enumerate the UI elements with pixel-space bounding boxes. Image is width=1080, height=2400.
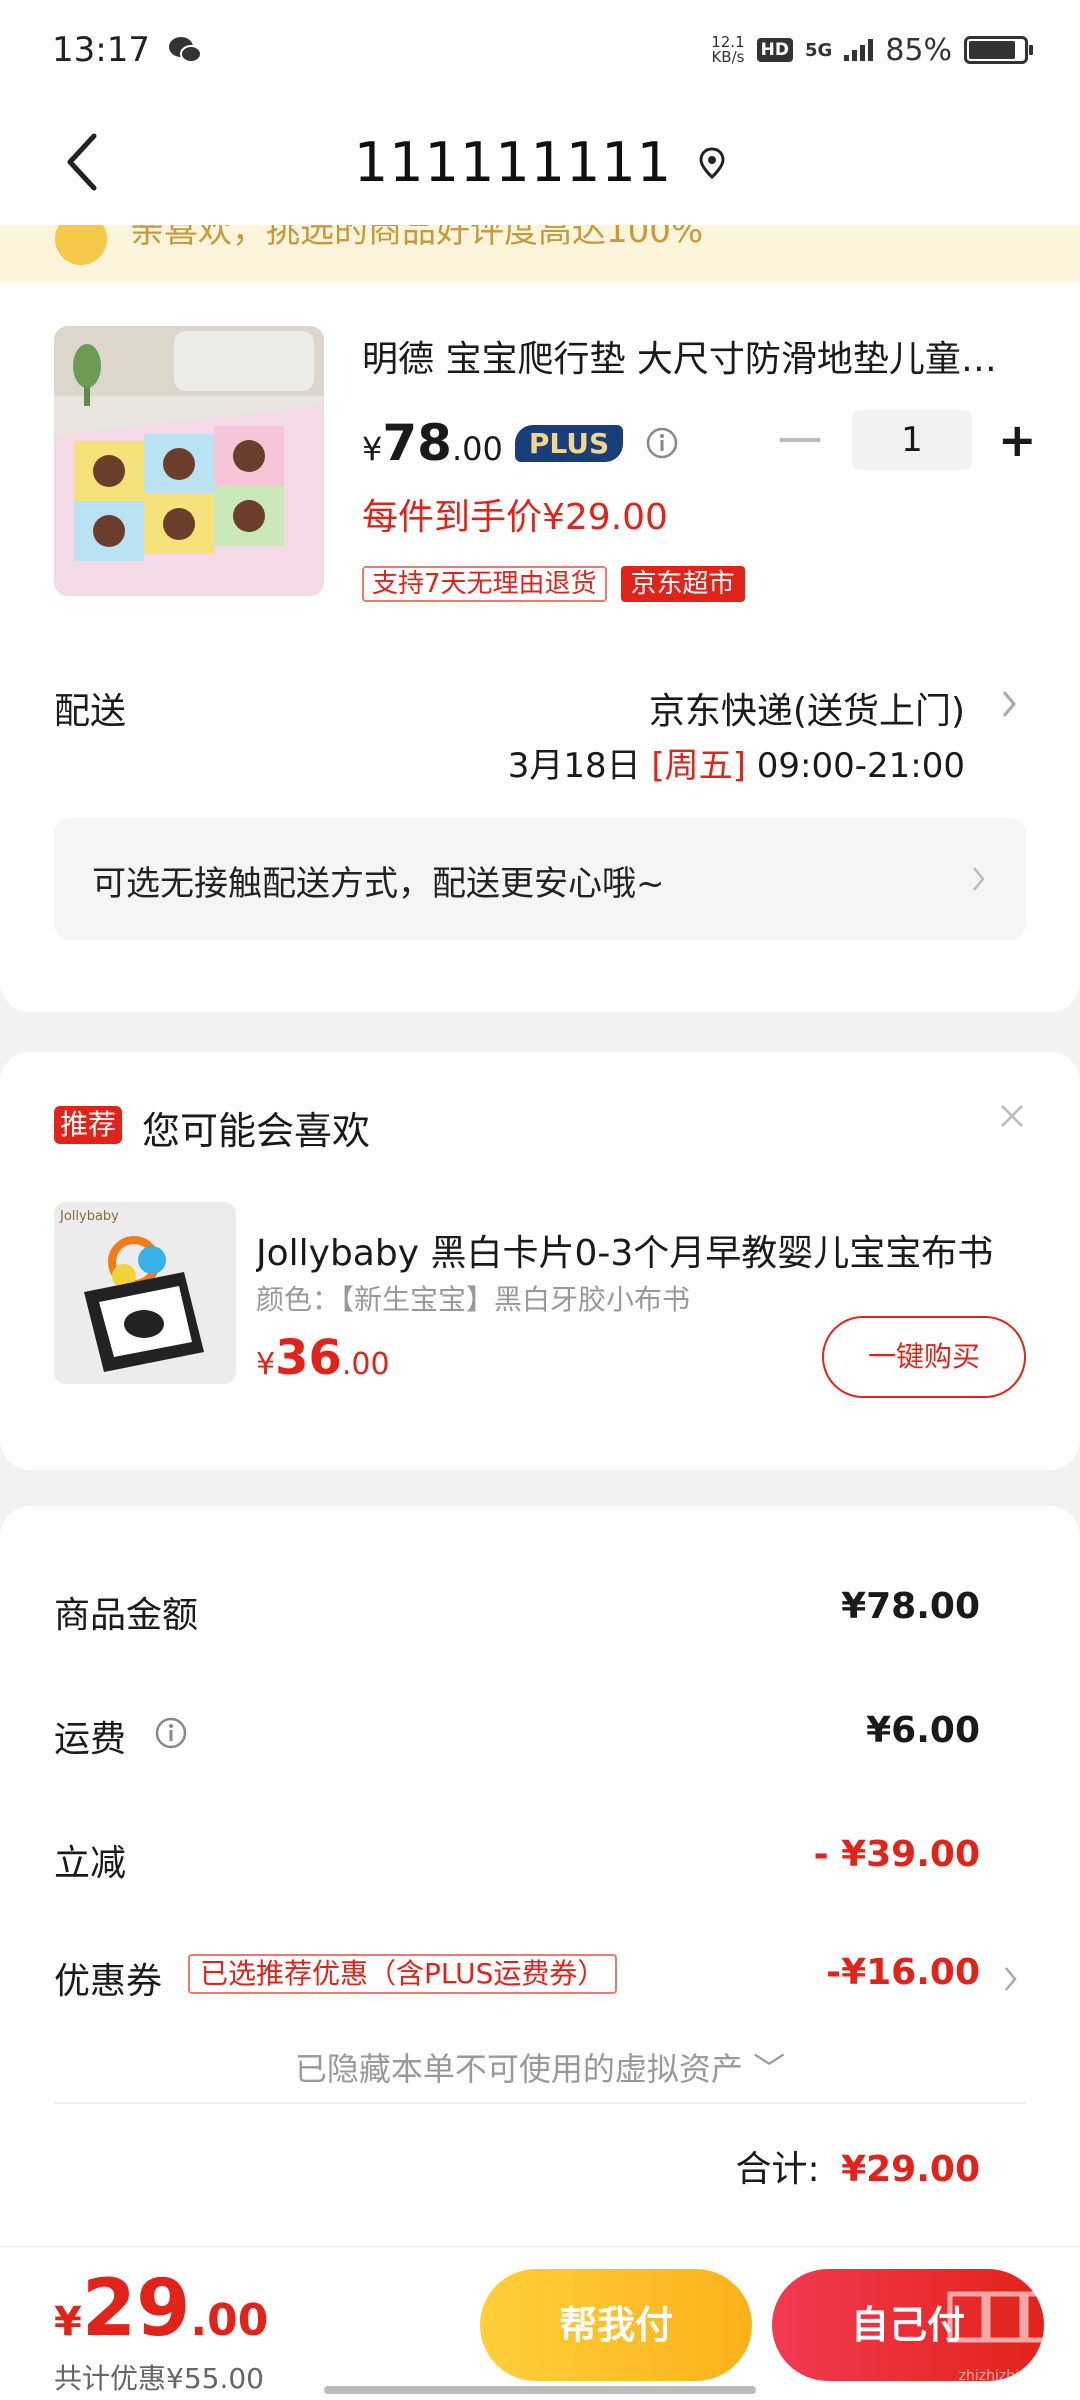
wechat-icon bbox=[168, 37, 202, 63]
quantity-input[interactable]: 1 bbox=[852, 410, 972, 470]
smile-icon bbox=[55, 225, 107, 265]
freight-value: ¥6.00 bbox=[866, 1710, 980, 1751]
location-pin-icon[interactable] bbox=[698, 146, 726, 179]
shipping-label: 配送 bbox=[54, 691, 127, 732]
page-title[interactable]: 111111111 bbox=[354, 131, 672, 194]
notice-text: 亲喜欢，挑选的商品好评度高达100% bbox=[130, 225, 704, 251]
product-price: ¥ 78 .00 PLUS bbox=[362, 414, 679, 472]
product-tags: 支持7天无理由退货 京东超市 bbox=[362, 566, 745, 602]
supermarket-tag: 京东超市 bbox=[620, 566, 745, 602]
back-icon[interactable] bbox=[56, 130, 116, 194]
recommend-card: 推荐 您可能会喜欢 Jollybaby Jollybaby 黑白卡片0-3个月早… bbox=[0, 1052, 1080, 1470]
recommend-heading: 您可能会喜欢 bbox=[142, 1109, 371, 1153]
info-icon[interactable] bbox=[154, 1716, 188, 1750]
nav-bar: 111111111 bbox=[0, 100, 1080, 225]
goods-amount-label: 商品金额 bbox=[54, 1595, 199, 1636]
hidden-assets-toggle[interactable]: 已隐藏本单不可使用的虚拟资产 ﹀ bbox=[0, 2044, 1080, 2090]
watermark-logo: zhizhizhi.com bbox=[947, 2291, 1063, 2384]
total-savings: 共计优惠¥55.00 bbox=[54, 2362, 264, 2395]
goods-amount-value: ¥78.00 bbox=[841, 1586, 980, 1627]
recommend-item-title[interactable]: Jollybaby 黑白卡片0-3个月早教婴儿宝宝布书 bbox=[256, 1224, 1026, 1276]
order-card: 明德 宝宝爬行垫 大尺寸防滑地垫儿童客厅家用泡沫拼接 ¥ 78 .00 PLUS… bbox=[0, 282, 1080, 1012]
home-indicator[interactable] bbox=[324, 2386, 756, 2394]
one-click-buy-button[interactable]: 一键购买 bbox=[822, 1316, 1026, 1398]
coupon-value: -¥16.00 bbox=[826, 1952, 980, 1993]
network-speed: 12.1 KB/s bbox=[711, 33, 745, 66]
notice-banner: 亲喜欢，挑选的商品好评度高达100% bbox=[0, 225, 1080, 282]
discount-label: 立减 bbox=[54, 1843, 127, 1884]
svg-text:zhizhizhi.com: zhizhizhi.com bbox=[959, 2368, 1054, 2384]
status-time: 13:17 bbox=[52, 30, 150, 70]
shipping-method[interactable]: 京东快递(送货上门) bbox=[649, 682, 965, 734]
recommend-item-image[interactable]: Jollybaby bbox=[54, 1202, 236, 1384]
total-label: 合计: bbox=[735, 2149, 820, 2190]
info-icon[interactable] bbox=[645, 426, 679, 460]
contactless-delivery-option[interactable]: 可选无接触配送方式，配送更安心哦~ bbox=[54, 818, 1026, 940]
total-value: ¥29.00 bbox=[841, 2149, 980, 2190]
status-bar: 13:17 12.1 KB/s HD 5G 85% bbox=[0, 0, 1080, 100]
final-price: 每件到手价¥29.00 bbox=[362, 497, 668, 538]
coupon-label: 优惠券 bbox=[54, 1961, 163, 2002]
hd-icon: HD bbox=[756, 38, 793, 62]
decrease-button[interactable] bbox=[780, 438, 820, 442]
battery-percent: 85% bbox=[885, 32, 952, 68]
battery-fill bbox=[969, 41, 1015, 59]
plus-badge: PLUS bbox=[514, 424, 624, 462]
freight-label: 运费 bbox=[54, 1719, 127, 1760]
coupon-tag: 已选推荐优惠（含PLUS运费券） bbox=[188, 1954, 618, 1994]
pay-amount: ¥ 29 .00 bbox=[54, 2264, 269, 2354]
contactless-text: 可选无接触配送方式，配送更安心哦~ bbox=[92, 864, 665, 904]
network-type: 5G bbox=[805, 39, 833, 61]
signal-icon bbox=[844, 39, 874, 61]
discount-value: - ¥39.00 bbox=[813, 1834, 980, 1875]
product-image[interactable] bbox=[54, 326, 324, 596]
chevron-right-icon[interactable] bbox=[998, 684, 1020, 724]
return-policy-tag: 支持7天无理由退货 bbox=[362, 566, 607, 602]
battery-icon bbox=[964, 36, 1033, 64]
recommend-badge: 推荐 bbox=[54, 1106, 123, 1144]
product-title[interactable]: 明德 宝宝爬行垫 大尺寸防滑地垫儿童客厅家用泡沫拼接 bbox=[362, 330, 1022, 382]
svg-text:Jollybaby: Jollybaby bbox=[59, 1209, 119, 1224]
recommend-item-spec: 颜色：【新生宝宝】黑白牙胶小布书 bbox=[256, 1283, 691, 1316]
chevron-right-icon[interactable] bbox=[1002, 1962, 1020, 1996]
chevron-right-icon bbox=[973, 867, 985, 891]
help-me-pay-button[interactable]: 帮我付 bbox=[480, 2269, 752, 2381]
recommend-item-price: ¥ 36 .00 bbox=[256, 1330, 390, 1386]
increase-button[interactable]: + bbox=[998, 417, 1037, 463]
checkout-bar: ¥ 29 .00 共计优惠¥55.00 帮我付 自己付 bbox=[0, 2246, 1080, 2400]
status-indicators: 12.1 KB/s HD 5G 85% bbox=[711, 32, 1033, 68]
close-icon[interactable] bbox=[998, 1102, 1026, 1130]
divider bbox=[54, 2102, 1026, 2104]
quantity-stepper: 1 + bbox=[780, 410, 1037, 470]
delivery-time[interactable]: 3月18日 [周五] 09:00-21:00 bbox=[508, 738, 965, 787]
total-row: 合计: ¥29.00 bbox=[735, 2140, 980, 2192]
